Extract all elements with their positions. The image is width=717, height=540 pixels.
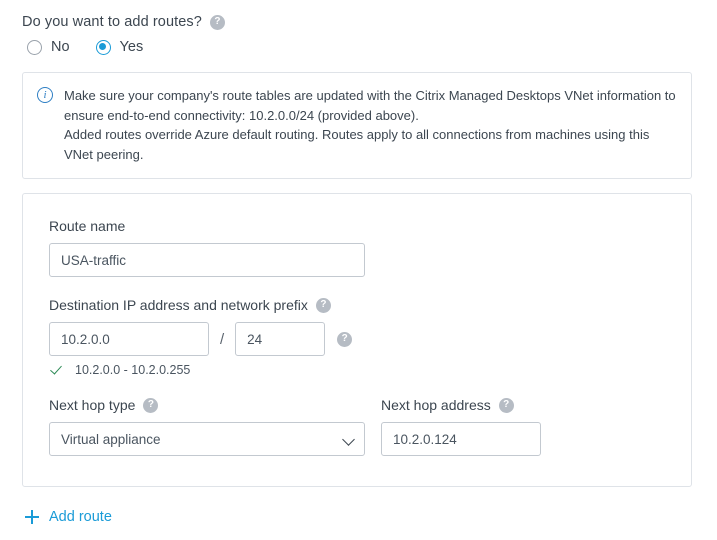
ip-range-validation: 10.2.0.0 - 10.2.0.255: [49, 363, 665, 377]
radio-circle-yes[interactable]: [96, 40, 111, 55]
info-circle-icon: i: [37, 87, 53, 103]
destination-ip-input[interactable]: [49, 322, 209, 356]
next-hop-type-select[interactable]: Virtual appliance: [49, 422, 365, 456]
radio-circle-no[interactable]: [27, 40, 42, 55]
destination-ip-row: / ?: [49, 322, 665, 356]
add-routes-radio-group: No Yes: [0, 30, 717, 55]
route-name-input[interactable]: [49, 243, 365, 277]
next-hop-address-input[interactable]: [381, 422, 541, 456]
network-prefix-input[interactable]: [235, 322, 325, 356]
destination-ip-label-text: Destination IP address and network prefi…: [49, 297, 308, 313]
route-name-label: Route name: [49, 218, 665, 234]
route-name-field: Route name: [49, 218, 665, 277]
plus-icon: [25, 510, 39, 524]
info-banner-line-2: Added routes override Azure default rout…: [64, 125, 677, 164]
add-route-label: Add route: [49, 509, 112, 525]
radio-option-yes[interactable]: Yes: [96, 39, 144, 55]
ip-range-text: 10.2.0.0 - 10.2.0.255: [75, 363, 190, 377]
next-hop-type-help-circle-icon[interactable]: ?: [143, 398, 158, 413]
add-route-button[interactable]: Add route: [25, 509, 112, 525]
radio-label-yes: Yes: [120, 39, 144, 55]
next-hop-type-select-wrap: Virtual appliance: [49, 422, 365, 456]
check-icon: [51, 364, 64, 377]
radio-label-no: No: [51, 39, 70, 55]
next-hop-type-label: Next hop type ?: [49, 397, 365, 413]
page-title: Do you want to add routes?: [22, 14, 202, 30]
destination-ip-label: Destination IP address and network prefi…: [49, 297, 665, 313]
destination-ip-field: Destination IP address and network prefi…: [49, 297, 665, 377]
destination-help-circle-icon[interactable]: ?: [316, 298, 331, 313]
next-hop-type-field: Next hop type ? Virtual appliance: [49, 397, 365, 456]
next-hop-type-selected-value: Virtual appliance: [61, 432, 161, 447]
prefix-help-circle-icon[interactable]: ?: [337, 332, 352, 347]
info-banner: i Make sure your company's route tables …: [22, 72, 692, 179]
radio-option-no[interactable]: No: [27, 39, 70, 55]
add-routes-question: Do you want to add routes? ?: [0, 0, 717, 30]
next-hop-type-label-text: Next hop type: [49, 397, 135, 413]
next-hop-address-help-circle-icon[interactable]: ?: [499, 398, 514, 413]
info-banner-text: Make sure your company's route tables ar…: [64, 86, 677, 164]
next-hop-row: Next hop type ? Virtual appliance Next h…: [49, 397, 665, 456]
next-hop-address-label-text: Next hop address: [381, 397, 491, 413]
next-hop-address-field: Next hop address ?: [381, 397, 541, 456]
route-name-label-text: Route name: [49, 218, 125, 234]
help-circle-icon[interactable]: ?: [210, 15, 225, 30]
ip-prefix-separator: /: [220, 331, 224, 348]
next-hop-address-label: Next hop address ?: [381, 397, 541, 413]
add-routes-form: Do you want to add routes? ? No Yes i Ma…: [0, 0, 717, 540]
route-card: Route name Destination IP address and ne…: [22, 193, 692, 487]
info-banner-line-1: Make sure your company's route tables ar…: [64, 86, 677, 125]
